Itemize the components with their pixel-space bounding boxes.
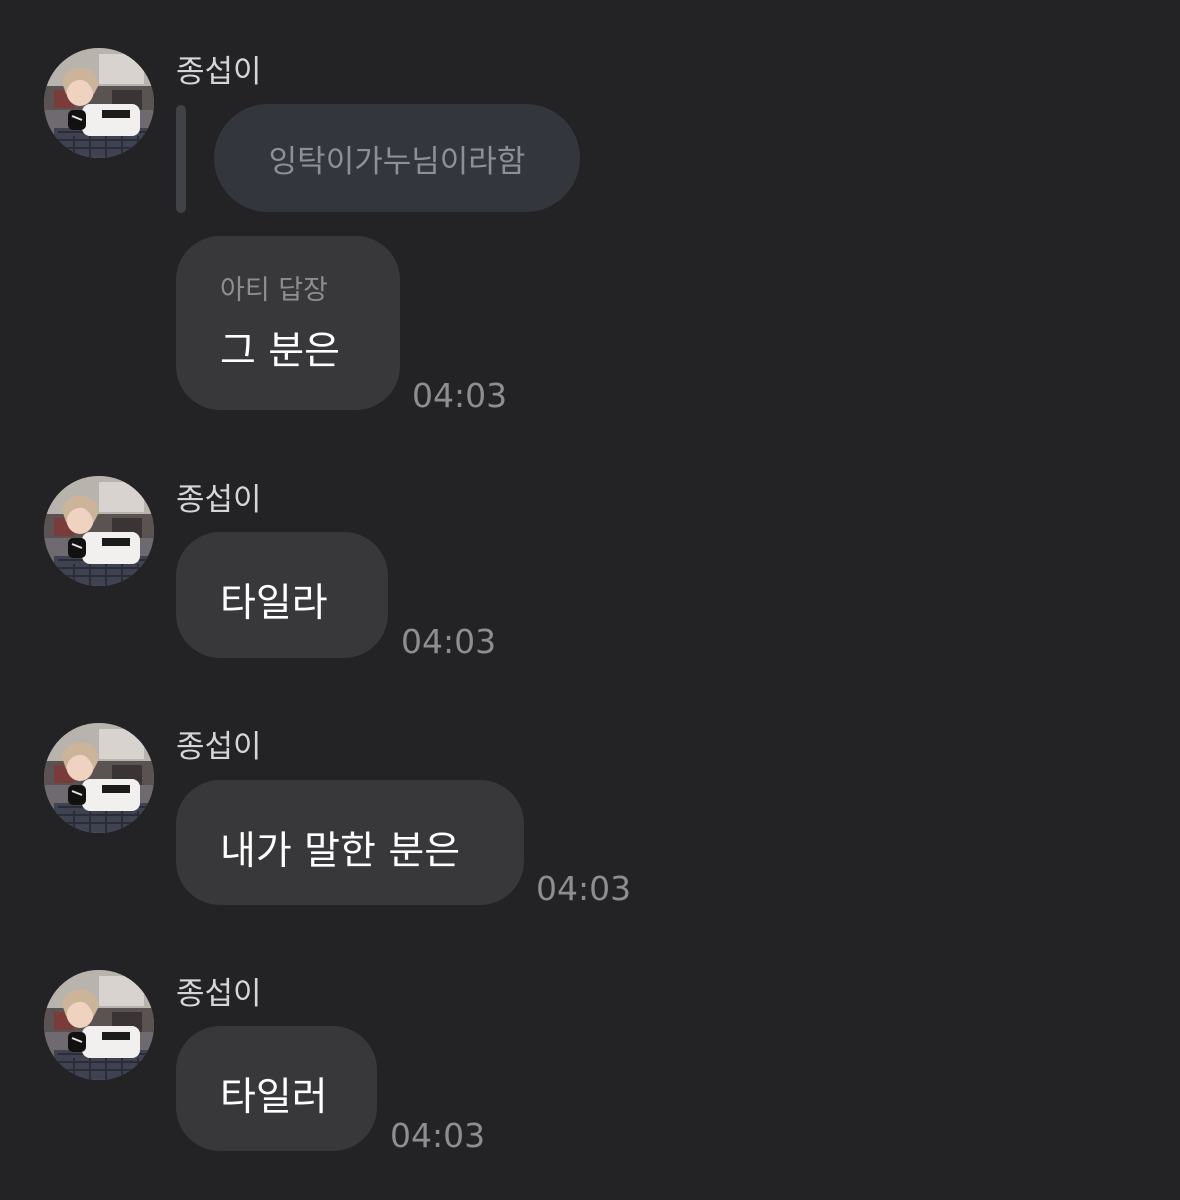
message-bubble[interactable]: 내가 말한 분은 xyxy=(176,780,524,905)
message-bubble[interactable]: 타일러 xyxy=(176,1026,377,1151)
sender-name[interactable]: 종섭이 xyxy=(176,52,262,92)
message-time: 04:03 xyxy=(536,869,632,908)
reply-label: 아티 답장 xyxy=(220,275,328,306)
message-text: 그 분은 xyxy=(220,329,341,374)
message-bubble[interactable]: 아티 답장 그 분은 xyxy=(176,236,400,410)
sender-name[interactable]: 종섭이 xyxy=(176,727,262,767)
profile-photo-avatar xyxy=(44,48,154,158)
message-time: 04:03 xyxy=(401,622,497,661)
quote-bar xyxy=(176,105,186,213)
message-bubble[interactable]: 타일라 xyxy=(176,532,388,658)
message-text: 타일라 xyxy=(220,581,328,626)
message-time: 04:03 xyxy=(390,1116,486,1155)
sender-avatar[interactable] xyxy=(44,476,154,586)
profile-photo-avatar xyxy=(44,970,154,1080)
sender-avatar[interactable] xyxy=(44,48,154,158)
message-time: 04:03 xyxy=(412,376,508,415)
sender-name[interactable]: 종섭이 xyxy=(176,974,262,1014)
profile-photo-avatar xyxy=(44,723,154,833)
sender-avatar[interactable] xyxy=(44,723,154,833)
message-text: 타일러 xyxy=(220,1075,328,1120)
sender-name[interactable]: 종섭이 xyxy=(176,480,262,520)
quoted-message[interactable]: 잉탁이가누님이라함 xyxy=(214,104,580,212)
quoted-message-text: 잉탁이가누님이라함 xyxy=(268,143,526,180)
sender-avatar[interactable] xyxy=(44,970,154,1080)
profile-photo-avatar xyxy=(44,476,154,586)
message-text: 내가 말한 분은 xyxy=(220,829,461,874)
